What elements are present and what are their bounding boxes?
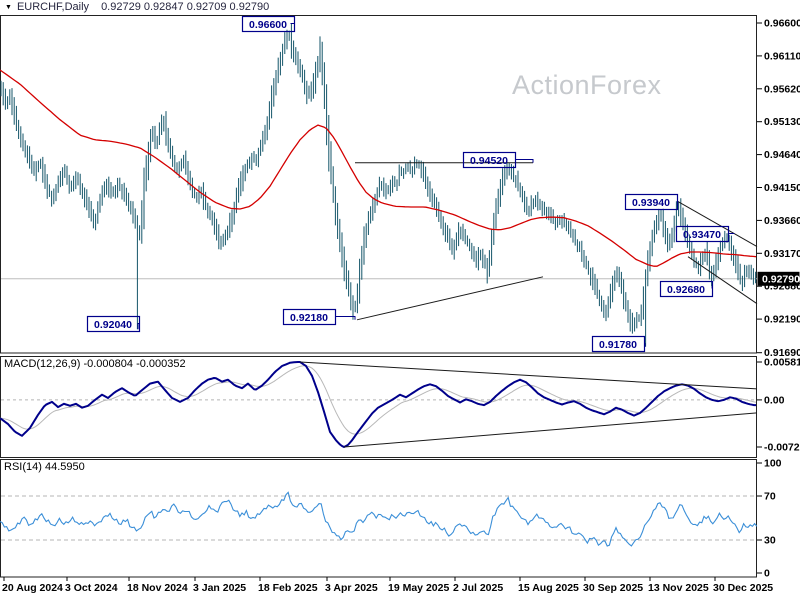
price-level-label: 0.93470: [683, 229, 721, 241]
price-axis-tick: 0.95130: [764, 116, 800, 128]
chart-canvas[interactable]: 0.96600 0.92040 0.92180 0.94520 0.93940 0.934…: [0, 0, 800, 600]
trading-chart-window: ▼ EURCHF,Daily 0.92729 0.92847 0.92709 0.9…: [0, 0, 800, 600]
macd-signal-line: [0, 365, 757, 435]
price-axis-tick: 0.96110: [764, 50, 800, 62]
price-axis-tick: 0.92190: [764, 314, 800, 326]
macd-axis-tick: 0.005814: [764, 357, 800, 369]
date-label: 2 Jul 2025: [453, 582, 503, 594]
rsi-axis-tick: 30: [764, 535, 776, 547]
trend-line: [356, 276, 544, 321]
macd-axis-tick: 0.00: [764, 394, 785, 406]
price-level-label: 0.93940: [632, 197, 670, 209]
collapse-triangle-icon[interactable]: ▼: [5, 1, 12, 15]
price-axis-tick: 0.94640: [764, 149, 800, 161]
price-level-label: 0.91780: [599, 339, 637, 351]
price-level-label: 0.96600: [249, 19, 287, 31]
price-axis-tick: 0.94150: [764, 182, 800, 194]
price-level-label: 0.92040: [94, 319, 132, 331]
rsi-axis-tick: 70: [764, 491, 776, 503]
chart-header: ▼ EURCHF,Daily 0.92729 0.92847 0.92709 0.9…: [0, 0, 800, 15]
macd-header: MACD(12,26,9) -0.000804 -0.000352: [4, 358, 186, 370]
price-level-label: 0.92680: [667, 284, 705, 296]
price-axis-tick: 0.96600: [764, 18, 800, 30]
macd-trend-line: [343, 412, 758, 448]
date-label: 30 Dec 2025: [713, 582, 773, 594]
date-label: 13 Nov 2025: [648, 582, 709, 594]
date-label: 18 Nov 2024: [127, 582, 188, 594]
rsi-header: RSI(14) 44.5950: [4, 461, 85, 473]
macd-axis-tick: -0.007222: [764, 442, 800, 454]
date-label: 15 Aug 2025: [518, 582, 579, 594]
price-axis-tick: 0.93170: [764, 248, 800, 260]
price-bars: [0, 23, 757, 347]
date-label: 20 Aug 2024: [2, 582, 63, 594]
price-axis-tick: 0.93660: [764, 215, 800, 227]
date-label: 30 Sep 2025: [583, 582, 643, 594]
date-label: 3 Jan 2025: [193, 582, 246, 594]
price-level-label: 0.94520: [470, 155, 508, 167]
macd-line: [0, 361, 756, 448]
date-label: 3 Oct 2024: [65, 582, 118, 594]
label-connector: [335, 316, 356, 320]
panel-frame: [0, 459, 757, 578]
price-axis-tick: 0.95620: [764, 83, 800, 95]
rsi-axis-tick: 0: [764, 568, 770, 580]
moving-average-line: [0, 69, 757, 267]
current-price-badge-text: 0.92790: [762, 273, 800, 285]
date-label: 18 Feb 2025: [258, 582, 318, 594]
ohlc-values: 0.92729 0.92847 0.92709 0.92790: [101, 1, 270, 13]
rsi-line: [0, 491, 758, 547]
date-label: 3 Apr 2025: [325, 582, 378, 594]
symbol-timeframe: EURCHF,Daily: [16, 1, 90, 13]
price-level-label: 0.92180: [290, 312, 328, 324]
label-connector: [137, 323, 139, 330]
rsi-axis-tick: 100: [764, 458, 782, 470]
label-connector: [290, 23, 294, 24]
date-label: 19 May 2025: [388, 582, 449, 594]
